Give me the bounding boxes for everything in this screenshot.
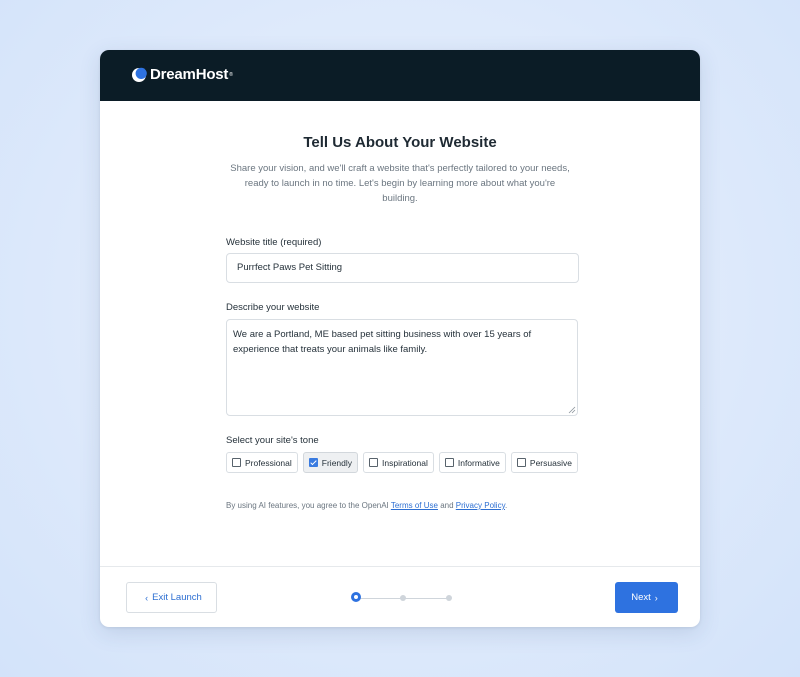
checkbox-icon[interactable]	[516, 458, 526, 467]
chevron-left-icon: ‹	[145, 592, 149, 603]
checkbox-icon[interactable]	[444, 458, 454, 467]
legal-prefix: By using AI features, you agree to the O…	[226, 501, 391, 510]
website-title-input[interactable]: Purrfect Paws Pet Sitting	[226, 253, 579, 283]
next-button[interactable]: Next ›	[615, 582, 678, 613]
checkbox-icon[interactable]	[232, 458, 241, 467]
website-title-label: Website title (required)	[226, 237, 322, 248]
tone-options: Professional Friendly Inspirational Info…	[226, 452, 583, 473]
privacy-policy-link[interactable]: Privacy Policy	[456, 501, 505, 510]
legal-notice: By using AI features, you agree to the O…	[226, 501, 507, 510]
chevron-right-icon: ›	[654, 592, 658, 603]
next-label: Next	[631, 592, 651, 603]
dreamhost-moon-icon	[132, 67, 147, 82]
step-dot	[400, 594, 406, 601]
tone-option-informative[interactable]: Informative	[438, 452, 506, 473]
tone-label: Select your site's tone	[226, 435, 319, 446]
brand-registered-mark: ®	[229, 71, 233, 78]
tone-option-persuasive[interactable]: Persuasive	[510, 452, 578, 473]
subtitle-line: Share your vision, and we'll craft a web…	[230, 163, 570, 174]
setup-card: DreamHost ® Tell Us About Your Website Sh…	[100, 50, 700, 627]
subtitle-line: ready to launch in no time. Let's begin …	[244, 178, 556, 189]
step-dot-active	[351, 592, 361, 602]
tone-option-inspirational[interactable]: Inspirational	[363, 452, 434, 473]
description-label: Describe your website	[226, 302, 320, 313]
page-subtitle: Share your vision, and we'll craft a web…	[220, 161, 580, 206]
brand-name: DreamHost	[150, 66, 229, 83]
page-title: Tell Us About Your Website	[303, 134, 497, 151]
legal-suffix: .	[504, 501, 508, 510]
exit-launch-label: Exit Launch	[152, 592, 202, 603]
subtitle-line: building.	[382, 193, 418, 204]
tone-option-label: Inspirational	[382, 457, 428, 468]
tone-option-label: Persuasive	[529, 457, 572, 468]
tone-option-label: Professional	[245, 457, 292, 468]
tone-option-label: Informative	[457, 457, 500, 468]
dreamhost-logo[interactable]: DreamHost ®	[131, 66, 233, 83]
footer-bar: ‹ Exit Launch Next ›	[100, 566, 700, 627]
tone-option-label: Friendly	[321, 457, 353, 468]
step-dot	[446, 594, 452, 601]
tone-option-friendly[interactable]: Friendly	[302, 452, 359, 473]
legal-and: and	[437, 501, 456, 510]
resize-handle-icon[interactable]	[568, 406, 576, 414]
description-textarea[interactable]: We are a Portland, ME based pet sitting …	[226, 319, 578, 416]
step-progress	[351, 592, 453, 604]
terms-of-use-link[interactable]: Terms of Use	[391, 501, 438, 510]
header-bar: DreamHost ®	[100, 50, 700, 101]
checkbox-icon[interactable]	[369, 458, 379, 467]
tone-option-professional[interactable]: Professional	[226, 452, 298, 473]
checkbox-checked-icon[interactable]	[308, 458, 318, 467]
exit-launch-button[interactable]: ‹ Exit Launch	[126, 582, 217, 613]
description-text: We are a Portland, ME based pet sitting …	[233, 329, 532, 355]
